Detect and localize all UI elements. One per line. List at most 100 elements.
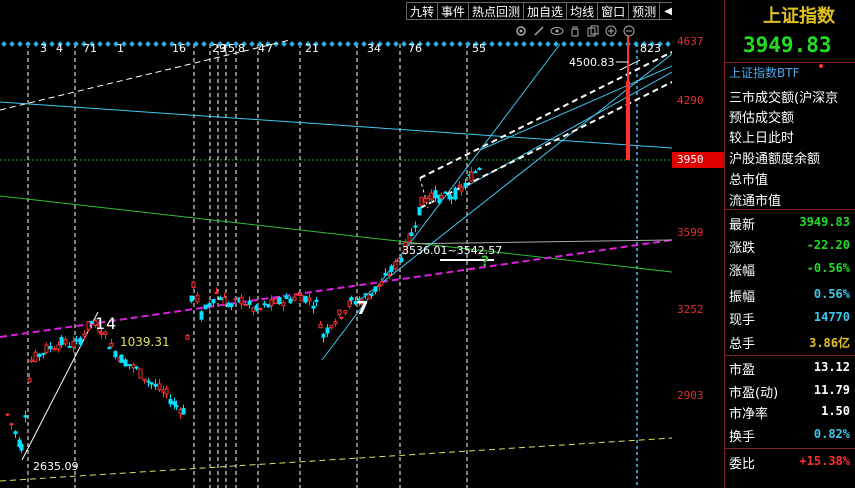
quote-row: 现手 14770 [725, 307, 855, 329]
candle-body [307, 297, 312, 302]
trend-line-green [0, 195, 672, 273]
divider [725, 62, 855, 63]
candle-body [399, 257, 404, 263]
marker-diamond [321, 41, 327, 47]
candle-body [233, 298, 238, 301]
candle-body [41, 352, 46, 355]
top-marker-label: 76 [408, 42, 422, 55]
current-price-marker: 3950 [672, 152, 724, 168]
hand-icon[interactable] [568, 24, 582, 38]
candle-body [59, 336, 64, 346]
wave-line [21, 311, 99, 461]
top-marker-label: 1 [117, 42, 124, 55]
quote-label: 市盈(动) [729, 386, 779, 401]
marker-diamond [497, 41, 503, 47]
candle-body [13, 431, 18, 435]
kline-chart-area[interactable]: 3 4 7 1 1 16 29 3 5 8 4 7 21 34 76 55 823 4500.83 3536.01~… [0, 0, 672, 488]
candle-body [123, 359, 128, 367]
candle-body [119, 354, 124, 363]
marker-diamond [185, 41, 191, 47]
candle-body [243, 303, 248, 306]
candle-body [303, 295, 308, 303]
index-price: 3949.83 [743, 33, 832, 57]
candle-body [107, 346, 112, 350]
toolbar-add-watchlist-button[interactable]: 加自选 [523, 2, 567, 20]
quote-label: 总手 [729, 337, 756, 352]
marker-diamond [161, 41, 167, 47]
candle-body [218, 297, 223, 301]
toolbar-backtest-button[interactable]: 热点回测 [468, 2, 524, 20]
marker-diamond [521, 41, 527, 47]
marker-diamond [33, 41, 39, 47]
candle-body [626, 81, 630, 160]
quote-label: 最新 [729, 218, 756, 233]
candle-body [281, 301, 286, 307]
zoom-in-icon[interactable] [604, 24, 618, 38]
pencil-icon[interactable] [532, 24, 546, 38]
toolbar-events-button[interactable]: 事件 [437, 2, 469, 20]
candle-body [277, 296, 282, 305]
marker-diamond [385, 41, 391, 47]
candle-body [433, 190, 438, 199]
trend-line-yellow [0, 437, 672, 482]
candle-body [89, 320, 94, 324]
marker-diamond [105, 41, 111, 47]
marker-diamond [665, 41, 671, 47]
divider [725, 209, 855, 210]
marker-diamond [489, 41, 495, 47]
marker-diamond [529, 41, 535, 47]
copy-icon[interactable] [586, 24, 600, 38]
marker-diamond [9, 41, 15, 47]
candle-body [469, 172, 474, 182]
top-marker-label: 7 [83, 42, 90, 55]
toolbar-ma-button[interactable]: 均线 [566, 2, 598, 20]
top-marker-label: 3 [40, 42, 47, 55]
marker-diamond [65, 41, 71, 47]
candle-body [185, 335, 190, 340]
settings-icon[interactable] [514, 24, 528, 38]
quote-label: 涨幅 [729, 264, 756, 279]
quote-value: 13.12 [813, 360, 850, 374]
candle-body [379, 281, 384, 286]
candle-body [459, 186, 464, 192]
candle-body [37, 353, 42, 358]
price-axis-label: 3599 [677, 226, 704, 239]
candle-body [314, 299, 319, 302]
candle-body [273, 298, 278, 305]
index-etf-link[interactable]: 上证指数BTF [729, 64, 799, 81]
toolbar-forecast-button[interactable]: 预测 [628, 2, 660, 20]
divider [725, 355, 855, 356]
top-marker-label: 21 [305, 42, 319, 55]
marker-diamond [153, 41, 159, 47]
wave-7-label: 7 [356, 298, 369, 319]
candle-body [453, 187, 458, 200]
zoom-out-icon[interactable] [622, 24, 636, 38]
marker-diamond [361, 41, 367, 47]
marker-diamond [129, 41, 135, 47]
candle-body [262, 303, 267, 306]
candle-body [417, 206, 422, 216]
candle-body [189, 295, 194, 302]
left-value-label: 1039.31 [120, 335, 170, 349]
wave-1-label: 1 [95, 314, 105, 333]
candle-body [349, 297, 354, 301]
marker-diamond [393, 41, 399, 47]
candle-body [78, 337, 83, 345]
quote-value: 3.86亿 [809, 336, 850, 350]
toolbar-window-button[interactable]: 窗口 [597, 2, 629, 20]
toolbar-jiuzhuan-button[interactable]: 九转 [406, 2, 438, 20]
candle-body [229, 303, 234, 308]
candle-body [67, 345, 72, 348]
candle-body [27, 377, 32, 383]
marker-diamond [353, 41, 359, 47]
kline-chart[interactable]: 3 4 7 1 1 16 293 5 8 4 7 21 34 76 55 8234500.833536.01~… [0, 0, 672, 488]
divider [725, 448, 855, 449]
price-axis: 4637 4290 3599 3252 2903 [672, 0, 724, 488]
candle-body [419, 196, 424, 206]
index-title: 上证指数 [763, 6, 835, 27]
quote-value: 14770 [813, 310, 850, 324]
eye-icon[interactable] [550, 24, 564, 38]
candle-body [347, 300, 352, 307]
marker-diamond [401, 41, 407, 47]
candle-body [383, 272, 388, 276]
